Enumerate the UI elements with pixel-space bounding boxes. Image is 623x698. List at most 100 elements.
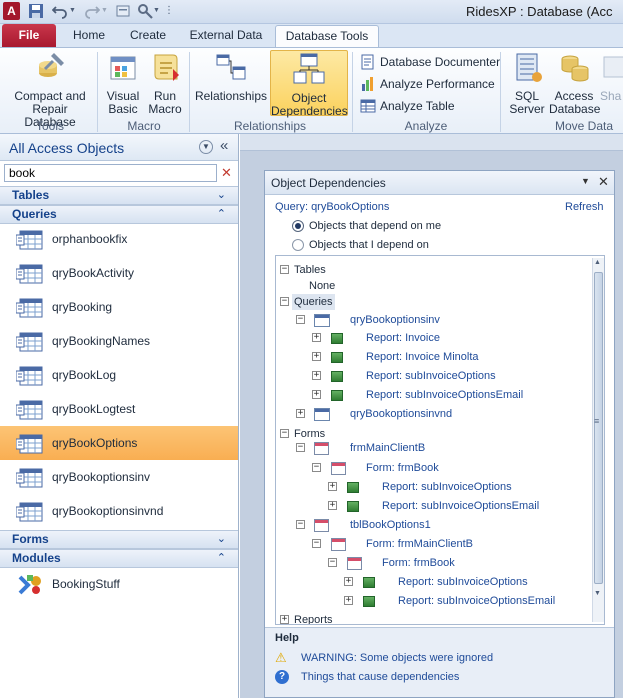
tree-node-report[interactable]: Report: subInvoiceOptionsEmail (398, 593, 555, 609)
tree-node-report[interactable]: Report: subInvoiceOptions (398, 574, 528, 590)
tree-node-form[interactable]: tblBookOptions1 (350, 517, 431, 533)
analyze-performance-button[interactable]: Analyze Performance (360, 74, 495, 94)
scroll-up-icon[interactable]: ▲ (594, 259, 601, 266)
qat-customize-icon[interactable]: ⋮ (164, 3, 180, 19)
query-name: qryBooking (52, 300, 113, 314)
nav-group-tables[interactable]: Tables ⌄ (0, 186, 238, 205)
expand-node-icon[interactable]: + (312, 390, 321, 399)
warning-link[interactable]: WARNING: Some objects were ignored (301, 652, 493, 664)
visual-basic-button[interactable]: Visual Basic (102, 51, 144, 116)
sql-server-button[interactable]: SQL Server (505, 51, 549, 116)
report-icon (331, 333, 343, 344)
nav-search-input[interactable]: book (4, 164, 217, 182)
radio-i-depend-on[interactable]: Objects that I depend on (292, 238, 429, 254)
nav-menu-chevron-icon[interactable]: ▼ (199, 140, 213, 154)
access-app-icon[interactable]: A (3, 2, 20, 20)
expand-node-icon[interactable]: + (344, 596, 353, 605)
analyze-performance-label: Analyze Performance (380, 77, 495, 91)
relationships-button[interactable]: Relationships (193, 51, 269, 103)
scroll-down-icon[interactable]: ▼ (594, 590, 601, 597)
toolbar-customize-icon[interactable] (115, 3, 131, 19)
run-macro-button[interactable]: Run Macro (145, 51, 185, 116)
database-documenter-label: Database Documenter (380, 55, 501, 69)
tree-node-report[interactable]: Report: Invoice Minolta (366, 349, 479, 365)
tree-node-form[interactable]: Form: frmMainClientB (366, 536, 473, 552)
tree-node-form[interactable]: Form: frmBook (366, 460, 439, 476)
tab-home[interactable]: Home (64, 25, 114, 47)
collapse-node-icon[interactable]: − (296, 520, 305, 529)
redo-icon[interactable] (84, 3, 100, 19)
nav-header[interactable]: All Access Objects ▼ « (0, 134, 238, 161)
query-icon (16, 434, 43, 454)
tab-database-tools[interactable]: Database Tools (275, 25, 379, 47)
shutter-bar-close-icon[interactable]: « (220, 137, 228, 154)
close-pane-icon[interactable]: ✕ (598, 174, 609, 190)
collapse-node-icon[interactable]: − (280, 429, 289, 438)
collapse-node-icon[interactable]: − (312, 539, 321, 548)
tree-node-form[interactable]: frmMainClientB (350, 440, 425, 456)
tools-icon[interactable] (137, 3, 153, 19)
tree-node-report[interactable]: Report: subInvoiceOptions (366, 368, 496, 384)
save-icon[interactable] (28, 3, 44, 19)
collapse-node-icon[interactable]: − (312, 463, 321, 472)
tree-node-report[interactable]: Report: Invoice (366, 330, 440, 346)
query-item[interactable]: qryBookoptionsinv (0, 460, 238, 494)
query-icon (16, 502, 43, 522)
expand-node-icon[interactable]: + (312, 352, 321, 361)
report-icon (331, 352, 343, 363)
database-documenter-button[interactable]: Database Documenter (360, 52, 500, 72)
expand-node-icon[interactable]: + (280, 615, 289, 624)
clear-search-icon[interactable]: ✕ (221, 165, 237, 181)
module-item[interactable]: BookingStuff (0, 567, 238, 601)
radio-depend-on-me[interactable]: Objects that depend on me (292, 219, 441, 235)
expand-node-icon[interactable]: + (296, 409, 305, 418)
tab-external-data[interactable]: External Data (183, 25, 269, 47)
query-icon (16, 468, 43, 488)
compact-repair-button[interactable]: Compact and Repair Database (6, 51, 94, 129)
expand-node-icon[interactable]: + (344, 577, 353, 586)
tree-node-query[interactable]: qryBookoptionsinv (350, 312, 440, 328)
query-name: qryBookingNames (52, 334, 151, 348)
query-item[interactable]: qryBookLog (0, 358, 238, 392)
object-dependencies-button[interactable]: Object Dependencies (270, 50, 348, 118)
query-item[interactable]: qryBookingNames (0, 324, 238, 358)
nav-group-modules[interactable]: Modules ⌃ (0, 549, 238, 568)
tree-node-tables: Tables (294, 264, 326, 276)
query-item[interactable]: qryBooking (0, 290, 238, 324)
pane-menu-dropdown-icon[interactable]: ▼ (581, 176, 590, 186)
undo-dropdown-icon[interactable]: ▼ (69, 3, 85, 19)
collapse-node-icon[interactable]: − (280, 297, 289, 306)
tree-node-report[interactable]: Report: subInvoiceOptions (382, 479, 512, 495)
tab-file[interactable]: File (2, 24, 56, 47)
collapse-node-icon[interactable]: − (280, 265, 289, 274)
access-database-button[interactable]: Access Database (549, 51, 600, 116)
dependency-tree[interactable]: − Tables None − Queries − qryBookoptionsinv + Re… (275, 255, 605, 625)
sharepoint-button[interactable]: Sha (600, 51, 623, 103)
expand-node-icon[interactable]: + (312, 333, 321, 342)
query-item[interactable]: qryBookActivity (0, 256, 238, 290)
analyze-table-button[interactable]: Analyze Table (360, 96, 455, 116)
nav-group-forms[interactable]: Forms ⌄ (0, 530, 238, 549)
tree-scrollbar-thumb[interactable] (594, 272, 603, 584)
expand-node-icon[interactable]: + (312, 371, 321, 380)
query-item[interactable]: qryBookoptionsinvnd (0, 494, 238, 528)
query-item[interactable]: qryBookLogtest (0, 392, 238, 426)
expand-node-icon[interactable]: + (328, 501, 337, 510)
tree-node-report[interactable]: Report: subInvoiceOptionsEmail (382, 498, 539, 514)
expand-node-icon[interactable]: + (328, 482, 337, 491)
collapse-node-icon[interactable]: − (296, 443, 305, 452)
tree-node-report[interactable]: Report: subInvoiceOptionsEmail (366, 387, 523, 403)
collapse-node-icon[interactable]: − (296, 315, 305, 324)
undo-icon[interactable] (52, 3, 68, 19)
tree-node-query[interactable]: qryBookoptionsinvnd (350, 406, 452, 422)
collapse-node-icon[interactable]: − (328, 558, 337, 567)
tree-node-form[interactable]: Form: frmBook (382, 555, 455, 571)
warning-icon: ⚠ (275, 650, 287, 665)
things-cause-dependencies-link[interactable]: Things that cause dependencies (301, 671, 459, 683)
sql-server-icon (516, 53, 542, 82)
query-item[interactable]: qryBookOptions (0, 426, 238, 460)
query-item[interactable]: orphanbookfix (0, 222, 238, 256)
refresh-link[interactable]: Refresh (565, 201, 604, 213)
tab-create[interactable]: Create (123, 25, 173, 47)
radio-unselected-icon (292, 239, 304, 251)
